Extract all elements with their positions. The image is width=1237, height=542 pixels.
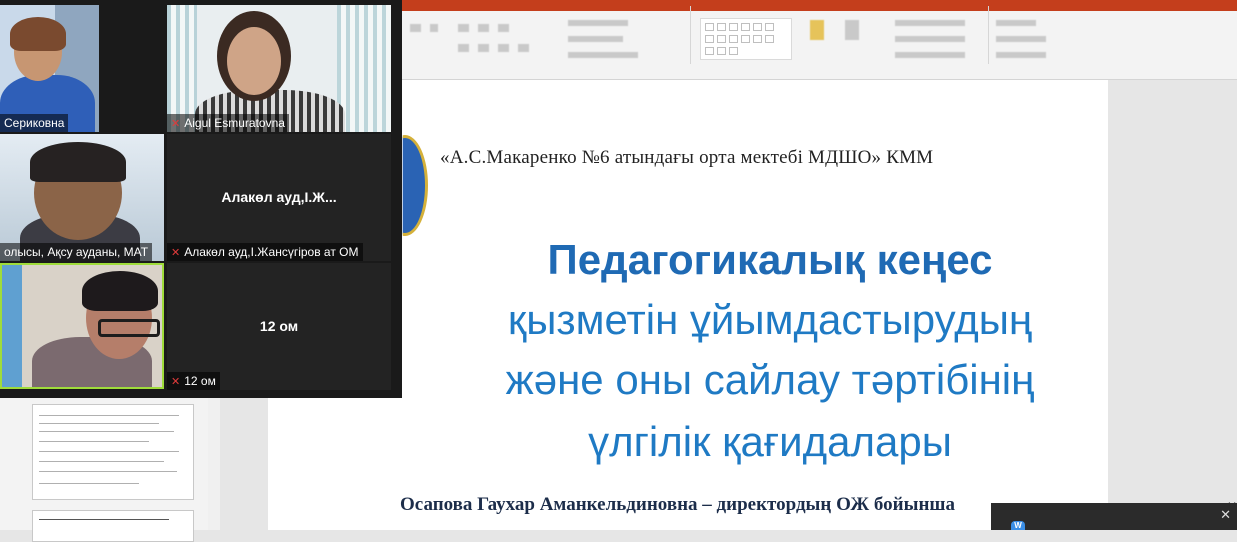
participant-video-3[interactable]: олысы, Ақсу ауданы, МАТ — [0, 134, 164, 261]
slide-thumbnail[interactable] — [32, 404, 194, 500]
shape-cell[interactable] — [753, 23, 762, 31]
text-direction-icon[interactable] — [568, 20, 628, 26]
participant-figure — [82, 271, 158, 311]
thumb-text — [39, 471, 177, 472]
participant-name-text: Алакөл ауд,І.Жансүгіров ат ОМ — [184, 245, 359, 259]
participant-name: ✕ 12 ом — [167, 372, 220, 390]
shape-cell[interactable] — [705, 47, 714, 55]
slide-header: «А.С.Макаренко №6 атындағы орта мектебі … — [440, 147, 934, 168]
align-text-icon[interactable] — [568, 36, 623, 42]
thumbnail-scrollbar[interactable] — [208, 398, 220, 530]
participant-name: олысы, Ақсу ауданы, МАТ — [0, 243, 153, 261]
slide-title-line-4: үлгілік қағидалары — [588, 418, 952, 465]
app-icon: W — [1011, 521, 1025, 530]
thumb-text — [39, 431, 174, 432]
participant-name-text: Aigul Esmuratovna — [184, 116, 285, 130]
thumb-text — [39, 461, 164, 462]
glasses-icon — [98, 319, 160, 337]
close-icon[interactable]: ✕ — [1220, 507, 1231, 523]
align-right-icon[interactable] — [498, 44, 509, 52]
shape-cell[interactable] — [741, 35, 750, 43]
smartart-icon[interactable] — [568, 52, 638, 58]
thumb-text — [39, 415, 179, 416]
video-background — [167, 5, 197, 132]
video-background — [337, 5, 391, 132]
participant-name-text: 12 ом — [184, 374, 216, 388]
arrange-icon[interactable] — [810, 20, 824, 40]
participant-video-4[interactable]: Алакөл ауд,І.Ж... ✕ Алакөл ауд,І.Жансүгір… — [167, 134, 391, 261]
select-icon[interactable] — [996, 52, 1046, 58]
slide-title-line-2: қызметін ұйымдастырудың — [507, 296, 1033, 343]
slide-title-line-1: Педагогикалық кеңес — [547, 236, 993, 283]
indent-icon[interactable] — [498, 24, 509, 32]
replace-icon[interactable] — [996, 36, 1046, 42]
participant-figure — [10, 17, 66, 51]
participant-video-2[interactable]: ✕ Aigul Esmuratovna — [167, 5, 391, 132]
shape-cell[interactable] — [729, 23, 738, 31]
bold-icon[interactable] — [430, 24, 438, 32]
justify-icon[interactable] — [518, 44, 529, 52]
slide-title-line-3: және оны сайлау тәртібінің — [505, 356, 1035, 403]
participant-name: ✕ Aigul Esmuratovna — [167, 114, 289, 132]
font-size-icon[interactable] — [410, 24, 421, 32]
shape-cell[interactable] — [729, 47, 738, 55]
participant-center-label: 12 ом — [259, 318, 299, 334]
video-background — [2, 265, 22, 387]
shape-cell[interactable] — [741, 23, 750, 31]
shape-fill-icon[interactable] — [895, 20, 965, 26]
participant-name: Сериковна — [0, 114, 69, 132]
participant-video-6[interactable]: 12 ом ✕ 12 ом — [167, 263, 391, 390]
shape-outline-icon[interactable] — [895, 36, 965, 42]
shape-cell[interactable] — [705, 23, 714, 31]
thumb-text — [39, 423, 159, 424]
thumb-text — [39, 441, 149, 442]
numbered-list-icon[interactable] — [478, 24, 489, 32]
participant-video-5[interactable] — [0, 263, 164, 389]
thumb-text — [39, 483, 139, 484]
quick-styles-icon[interactable] — [845, 20, 859, 40]
shape-cell[interactable] — [717, 23, 726, 31]
thumb-text — [39, 451, 179, 452]
shape-cell[interactable] — [717, 47, 726, 55]
shape-cell[interactable] — [717, 35, 726, 43]
shape-cell[interactable] — [729, 35, 738, 43]
participant-name: ✕ Алакөл ауд,І.Жансүгіров ат ОМ — [167, 243, 363, 261]
participant-figure — [30, 142, 126, 182]
shape-cell[interactable] — [765, 35, 774, 43]
slide-thumbnail-pane — [0, 398, 268, 542]
participant-center-label: Алакөл ауд,І.Ж... — [221, 189, 337, 205]
shape-cell[interactable] — [765, 23, 774, 31]
list-icon[interactable] — [458, 24, 469, 32]
thumb-text — [39, 519, 169, 520]
participant-video-1[interactable]: Сериковна — [0, 5, 99, 132]
align-center-icon[interactable] — [478, 44, 489, 52]
participant-figure — [227, 27, 281, 95]
ribbon-separator — [988, 6, 989, 64]
shapes-gallery[interactable] — [700, 18, 792, 60]
slide-author: Осапова Гаухар Аманкельдиновна – директо… — [400, 494, 955, 515]
ribbon-title-bar — [402, 0, 1237, 11]
shape-cell[interactable] — [753, 35, 762, 43]
shape-cell[interactable] — [705, 35, 714, 43]
ribbon-separator — [690, 6, 691, 64]
thumbnail-list — [0, 398, 220, 542]
find-icon[interactable] — [996, 20, 1036, 26]
mic-muted-icon: ✕ — [171, 247, 181, 259]
shape-effects-icon[interactable] — [895, 52, 965, 58]
notification-popup[interactable]: W ✕ — [991, 503, 1237, 530]
slide-thumbnail[interactable] — [32, 510, 194, 542]
mic-muted-icon: ✕ — [171, 118, 181, 130]
mic-muted-icon: ✕ — [171, 376, 181, 388]
align-left-icon[interactable] — [458, 44, 469, 52]
video-gallery: Сериковна ✕ Aigul Esmuratovna олысы, Ақсу… — [0, 0, 402, 398]
